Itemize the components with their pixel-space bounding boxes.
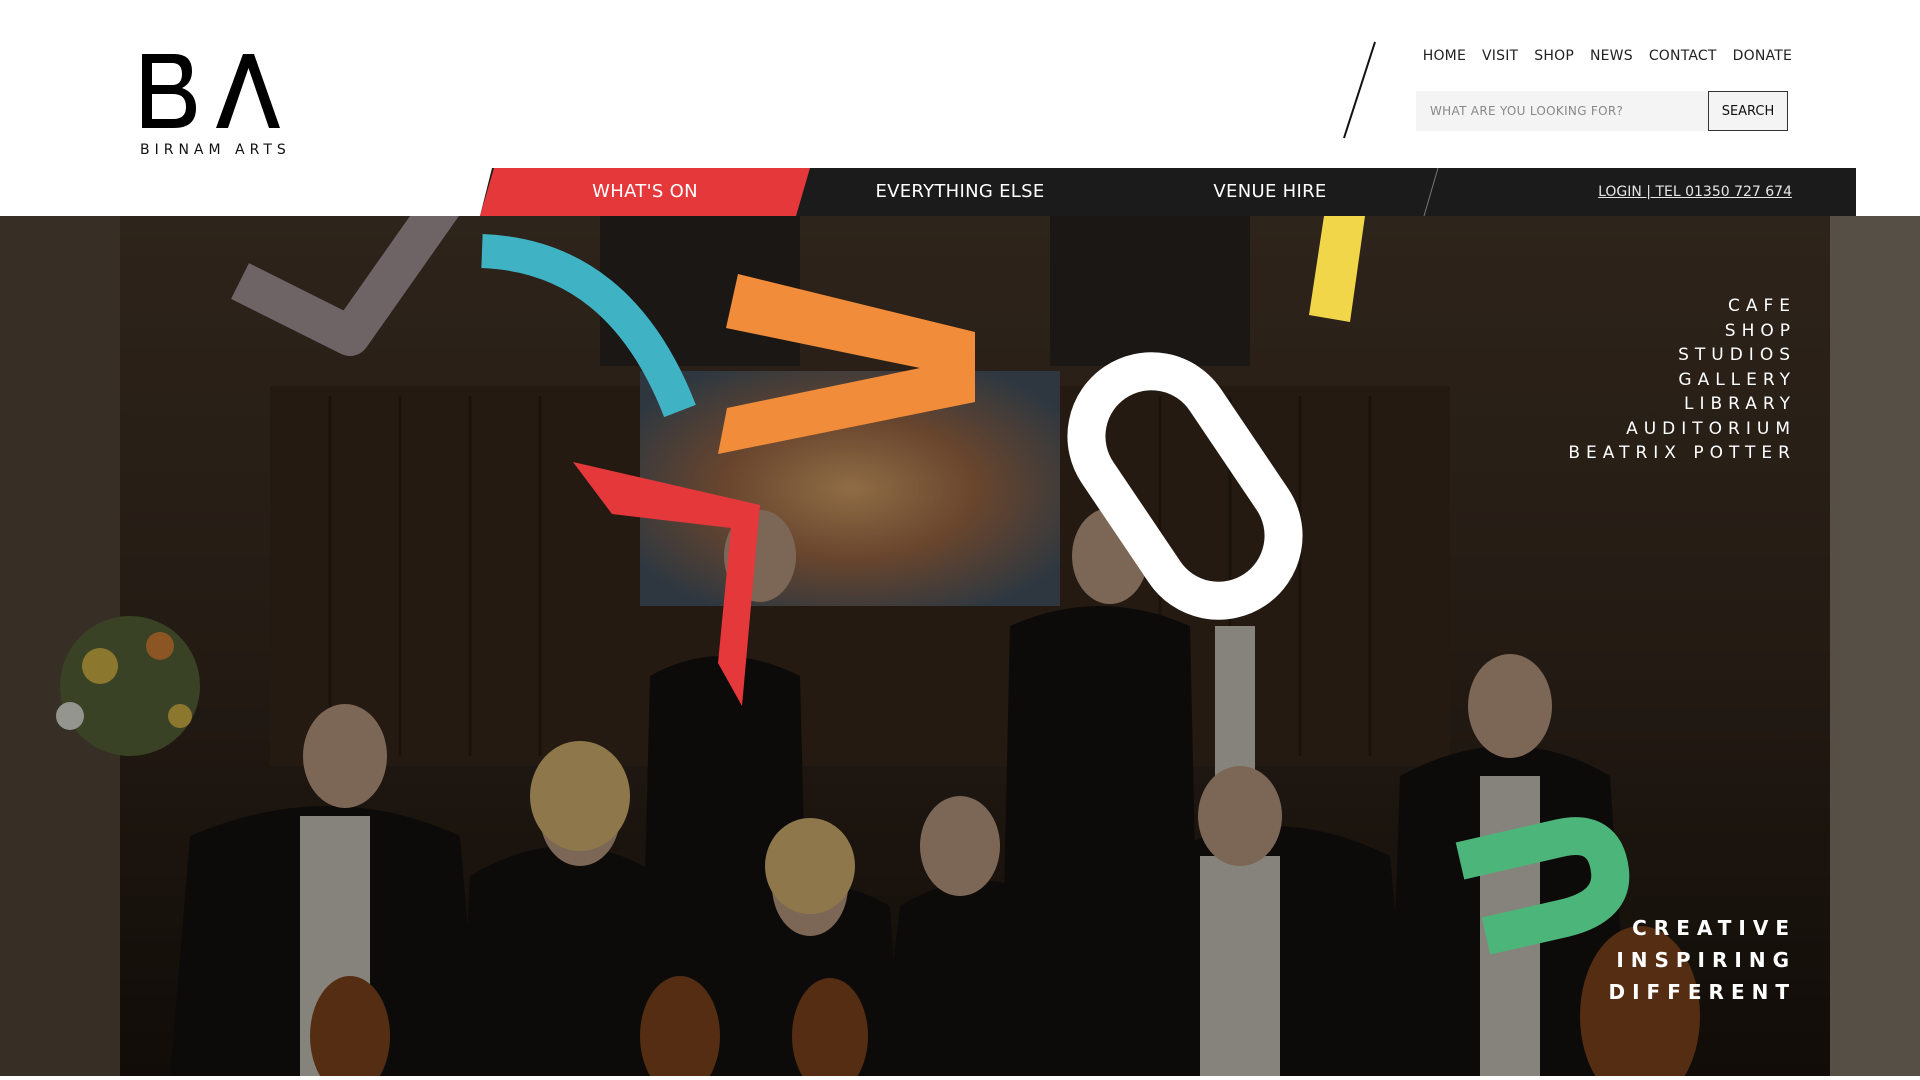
logo-mark: [142, 54, 280, 128]
search-input[interactable]: [1416, 91, 1708, 131]
top-nav-home[interactable]: HOME: [1423, 48, 1466, 64]
logo-wordmark: BIRNAM ARTS: [140, 142, 291, 158]
login-tel-link[interactable]: LOGIN | TEL 01350 727 674: [1598, 168, 1792, 216]
top-nav-shop[interactable]: SHOP: [1534, 48, 1574, 64]
top-nav-contact[interactable]: CONTACT: [1649, 48, 1717, 64]
tagline-line: CREATIVE: [1632, 916, 1796, 940]
hero-banner: CAFE SHOP STUDIOS GALLERY LIBRARY AUDITO…: [0, 216, 1920, 1076]
main-nav-bar: WHAT'S ON EVERYTHING ELSE VENUE HIRE LOG…: [480, 168, 1856, 216]
side-link-cafe[interactable]: CAFE: [1568, 294, 1796, 319]
top-nav-news[interactable]: NEWS: [1590, 48, 1633, 64]
top-nav: HOME VISIT SHOP NEWS CONTACT DONATE: [1423, 48, 1792, 64]
tagline-line: INSPIRING: [1616, 948, 1796, 972]
hero-side-links: CAFE SHOP STUDIOS GALLERY LIBRARY AUDITO…: [1568, 294, 1796, 466]
search-button[interactable]: SEARCH: [1708, 91, 1788, 131]
nav-everything-else[interactable]: EVERYTHING ELSE: [810, 168, 1110, 216]
side-link-studios[interactable]: STUDIOS: [1568, 343, 1796, 368]
side-link-auditorium[interactable]: AUDITORIUM: [1568, 417, 1796, 442]
search-form: SEARCH: [1416, 91, 1788, 131]
nav-venue-hire[interactable]: VENUE HIRE: [1120, 168, 1420, 216]
logo[interactable]: BIRNAM ARTS: [140, 52, 286, 162]
top-nav-visit[interactable]: VISIT: [1482, 48, 1518, 64]
side-link-gallery[interactable]: GALLERY: [1568, 368, 1796, 393]
nav-whats-on[interactable]: WHAT'S ON: [520, 168, 770, 216]
side-link-library[interactable]: LIBRARY: [1568, 392, 1796, 417]
hero-tagline: CREATIVE INSPIRING DIFFERENT: [1609, 912, 1796, 1008]
side-link-shop[interactable]: SHOP: [1568, 319, 1796, 344]
header-slash-divider: [1343, 41, 1376, 139]
top-nav-donate[interactable]: DONATE: [1733, 48, 1792, 64]
side-link-beatrix-potter[interactable]: BEATRIX POTTER: [1568, 441, 1796, 466]
tagline-line: DIFFERENT: [1608, 980, 1796, 1004]
